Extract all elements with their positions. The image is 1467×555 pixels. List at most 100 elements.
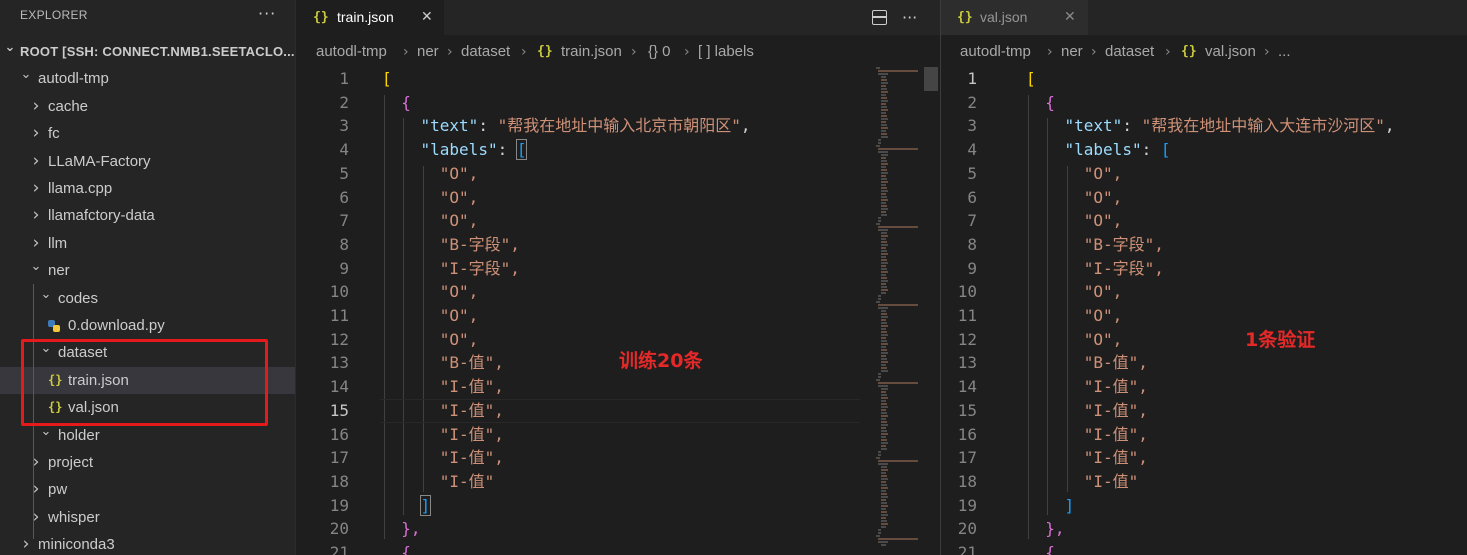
code-line[interactable]: 20}, [296,517,940,541]
editor-group-left: {} train.json ✕ ··· autodl-tmp › ner › d… [296,0,940,555]
code-line[interactable]: 11 "O", [941,304,1467,328]
tab-val-json[interactable]: {} val.json ✕ [941,0,1088,35]
code-line[interactable]: 16 "I-值", [941,423,1467,447]
tree-item-label: LLaMA-Factory [48,152,151,170]
code-line[interactable]: 19] [296,494,940,518]
code-line[interactable]: 19] [941,494,1467,518]
code-line[interactable]: 15 "I-值", [941,399,1467,423]
json-string: "B-值", [439,353,504,373]
line-number: 9 [967,258,977,278]
code-line[interactable]: 7 "O", [941,209,1467,233]
minimap[interactable] [874,67,922,555]
folder-item[interactable]: › project [0,449,295,476]
code-line[interactable]: 13 "B-值", [941,351,1467,375]
explorer-root[interactable]: ⌄ ROOT [SSH: CONNECT.NMB1.SEETACLO... [0,38,295,65]
code-line[interactable]: 17 "I-值", [941,446,1467,470]
folder-item[interactable]: › pw [0,476,295,503]
breadcrumb-item[interactable]: autodl-tmp [960,35,1031,69]
code-line[interactable]: 16 "I-值", [296,423,940,447]
code-line[interactable]: 8 "B-字段", [296,233,940,257]
line-number: 10 [329,282,349,302]
minimap-line [878,376,881,378]
tab-train-json[interactable]: {} train.json ✕ [296,0,444,35]
code-line[interactable]: 20}, [941,517,1467,541]
folder-item[interactable]: ⌄ codes [0,285,295,312]
code-line[interactable]: 21 { [296,541,940,555]
minimap-line [881,520,887,522]
code-line[interactable]: 12 "O", [941,328,1467,352]
breadcrumb-item[interactable]: val.json [1205,35,1256,69]
code-line[interactable]: 14 "I-值", [941,375,1467,399]
code-line[interactable]: 2{ [296,91,940,115]
code-line[interactable]: 4 "labels": [ [941,138,1467,162]
json-string: "I-值" [439,471,495,491]
code-line[interactable]: 9 "I-字段", [296,257,940,281]
folder-item[interactable]: › llama.cpp [0,175,295,202]
code-line[interactable]: 3 "text": "帮我在地址中输入大连市沙河区", [941,114,1467,138]
close-icon[interactable]: ✕ [421,0,433,35]
minimap-line [881,427,886,429]
minimap-line [881,370,888,372]
close-icon[interactable]: ✕ [1064,0,1076,35]
code-line[interactable]: 8 "B-字段", [941,233,1467,257]
code-line[interactable]: 2{ [941,91,1467,115]
minimap-line [881,391,886,393]
folder-item[interactable]: › llamafctory-data [0,202,295,229]
folder-item[interactable]: › cache [0,93,295,120]
scrollbar-thumb[interactable] [924,67,938,91]
code-line[interactable]: 15 "I-值", [296,399,940,423]
tab-label: val.json [980,9,1028,25]
minimap-line [881,466,887,468]
code-line[interactable]: 12 "O", [296,328,940,352]
breadcrumb-item[interactable]: ner [417,35,439,69]
code-line[interactable]: 6 "O", [296,186,940,210]
minimap-line [881,406,888,408]
breadcrumb-item[interactable]: {} 0 [648,35,671,69]
breadcrumb-item[interactable]: dataset [461,35,510,69]
folder-item[interactable]: › llm [0,230,295,257]
code-line[interactable]: 18 "I-值" [941,470,1467,494]
code-line[interactable]: 13 "B-值", [296,351,940,375]
code-line[interactable]: 10 "O", [941,280,1467,304]
folder-item[interactable]: › LLaMA-Factory [0,148,295,175]
code-line[interactable]: 5 "O", [296,162,940,186]
bracket: ] [1064,495,1075,515]
code-line[interactable]: 1[ [296,67,940,91]
explorer-more-icon[interactable]: ··· [258,4,276,23]
split-editor-icon[interactable] [872,10,887,25]
more-actions-icon[interactable]: ··· [902,0,917,35]
breadcrumb: autodl-tmp › ner › dataset › {} val.json… [941,35,1467,69]
breadcrumb-item[interactable]: autodl-tmp [316,35,387,69]
breadcrumb-item[interactable]: train.json [561,35,622,69]
code-line[interactable]: 5 "O", [941,162,1467,186]
folder-item[interactable]: › fc [0,120,295,147]
code-line[interactable]: 18 "I-值" [296,470,940,494]
chevron-right-icon: › [32,178,40,198]
breadcrumb-item[interactable]: [ ] labels [698,35,754,69]
folder-item[interactable]: ⌄ ner [0,257,295,284]
minimap-line [881,349,887,351]
code-line[interactable]: 1[ [941,67,1467,91]
folder-item[interactable]: › miniconda3 [0,531,295,555]
folder-item[interactable]: › whisper [0,504,295,531]
minimap-line [881,445,886,447]
code-line[interactable]: 17 "I-值", [296,446,940,470]
minimap-line [881,403,887,405]
code-line[interactable]: 4 "labels": [ [296,138,940,162]
code-line[interactable]: 11 "O", [296,304,940,328]
code-line[interactable]: 3 "text": "帮我在地址中输入北京市朝阳区", [296,114,940,138]
code-content: "O", [440,328,479,352]
minimap-line [881,319,886,321]
file-item[interactable]: 0.download.py [0,312,295,339]
breadcrumb-item[interactable]: ner [1061,35,1083,69]
code-line[interactable]: 10 "O", [296,280,940,304]
code-line[interactable]: 9 "I-字段", [941,257,1467,281]
json-string: "O", [1083,329,1123,349]
code-line[interactable]: 7 "O", [296,209,940,233]
code-line[interactable]: 21 { [941,541,1467,555]
folder-item[interactable]: ⌄ autodl-tmp [0,65,295,92]
code-line[interactable]: 14 "I-值", [296,375,940,399]
code-line[interactable]: 6 "O", [941,186,1467,210]
breadcrumb-item[interactable]: dataset [1105,35,1154,69]
breadcrumb-item[interactable]: ... [1278,35,1291,69]
